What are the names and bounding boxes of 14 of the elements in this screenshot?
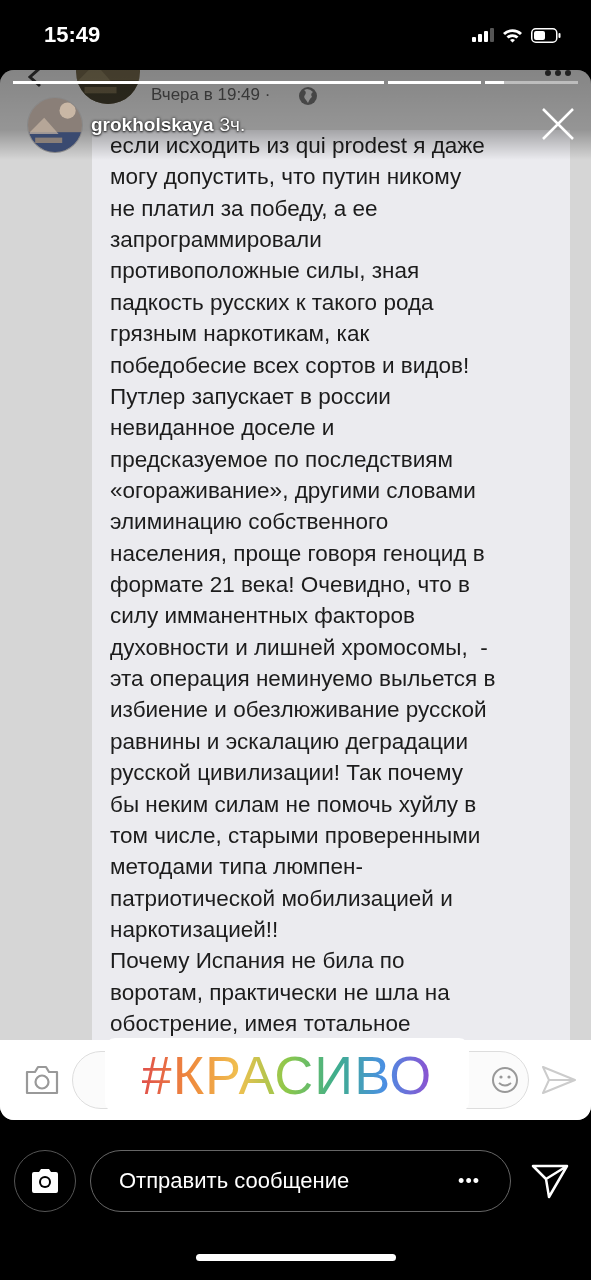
more-button[interactable]: ••• bbox=[458, 1170, 480, 1192]
close-icon[interactable] bbox=[541, 107, 575, 141]
battery-icon bbox=[531, 27, 561, 43]
more-icon[interactable] bbox=[545, 70, 571, 76]
wifi-icon bbox=[502, 27, 523, 43]
camera-icon[interactable] bbox=[24, 1065, 60, 1095]
clock-time: 15:49 bbox=[44, 22, 101, 48]
globe-icon bbox=[298, 86, 318, 106]
post-date: Вчера в 19:49 · bbox=[151, 85, 271, 105]
story-age: 3ч. bbox=[219, 114, 246, 136]
signal-icon bbox=[472, 28, 494, 42]
back-chevron-icon[interactable] bbox=[26, 70, 44, 88]
camera-icon bbox=[30, 1168, 60, 1194]
smiley-icon[interactable] bbox=[490, 1065, 520, 1095]
